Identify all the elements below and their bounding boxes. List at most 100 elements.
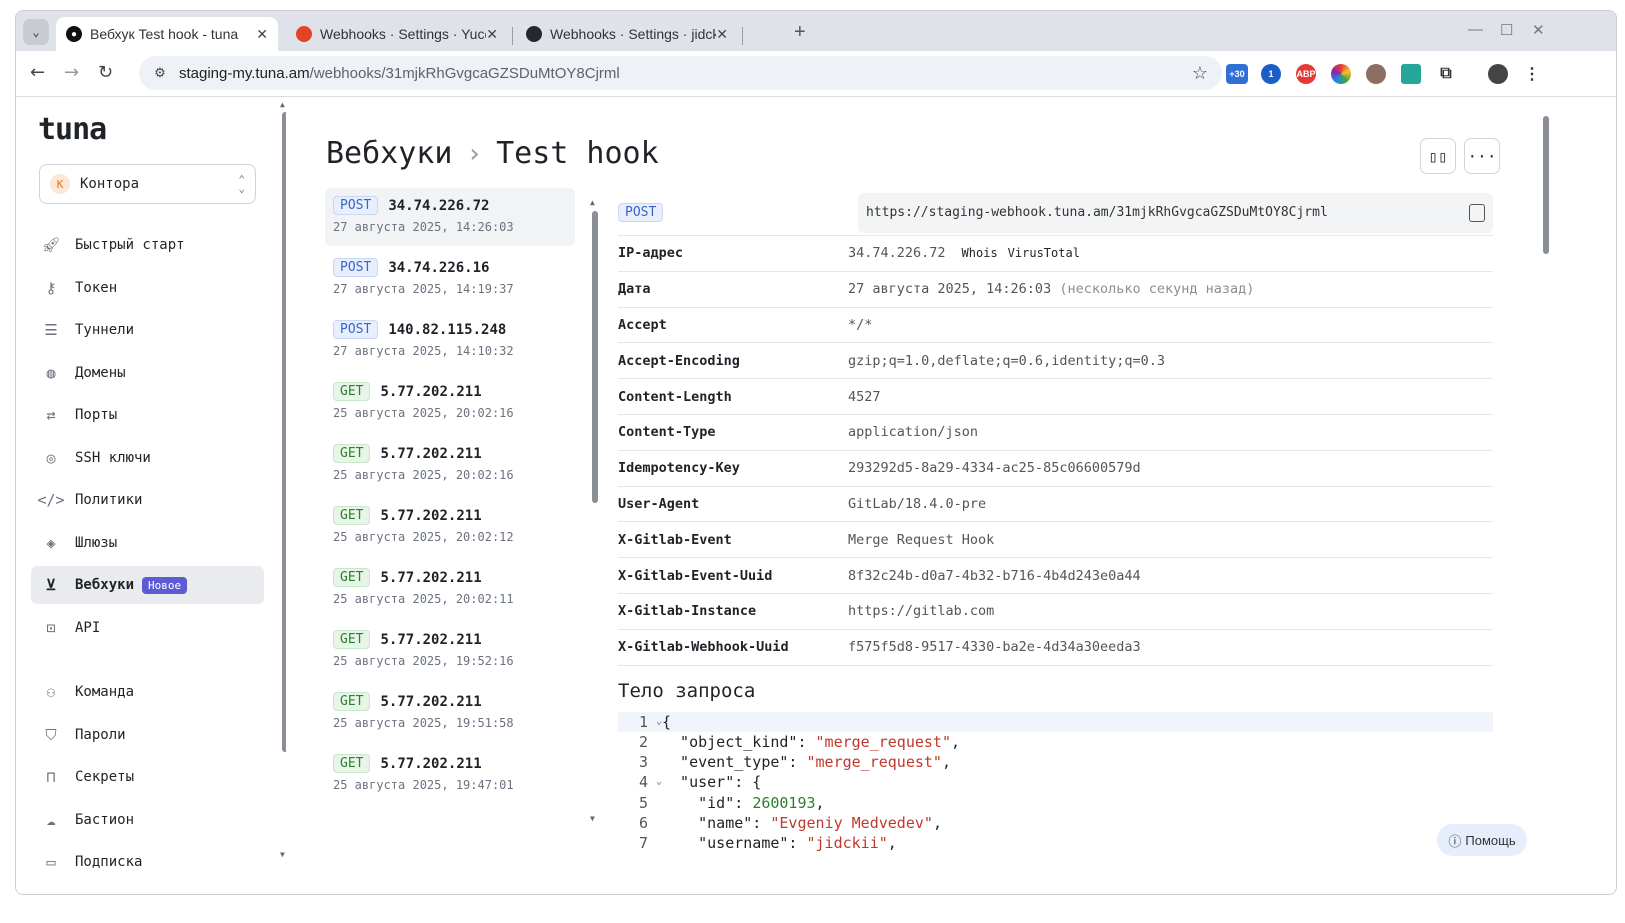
whois-link[interactable]: Whois (962, 246, 998, 260)
request-row: GET 5.77.202.211 (333, 692, 567, 711)
github-favicon-icon (526, 26, 542, 42)
sidebar-item-ssh-keys[interactable]: ◎ SSH ключи (31, 439, 264, 477)
request-list-item[interactable]: GET 5.77.202.211 25 августа 2025, 19:52:16 (325, 622, 575, 680)
chevron-right-icon: › (466, 138, 483, 169)
globe-icon: ◍ (46, 363, 56, 382)
method-badge: GET (333, 382, 371, 401)
main-scrollbar[interactable] (1543, 116, 1549, 254)
sidebar-item-api[interactable]: ⊡ API (31, 609, 264, 647)
sidebar-item-token[interactable]: ⚷ Токен (31, 269, 264, 307)
password-manager-icon[interactable]: 1 (1261, 64, 1281, 84)
header-row: X-Gitlab-Event-Uuid 8f32c24b-d0a7-4b32-b7… (618, 558, 1493, 594)
method-badge: GET (333, 568, 371, 587)
sidebar-item-passwords[interactable]: ⛉ Пароли (31, 716, 264, 754)
help-button[interactable]: ⓘ Помощь (1437, 824, 1527, 856)
tab-github-jidckii[interactable]: Webhooks · Settings · jidckii ✕ (516, 17, 738, 51)
forward-icon[interactable]: → (64, 62, 79, 83)
fold-chevron-icon[interactable]: ⌄ (656, 772, 662, 792)
header-value: gzip;q=1.0,deflate;q=0.6,identity;q=0.3 (848, 352, 1165, 369)
scroll-up-arrow-icon[interactable]: ▲ (590, 198, 595, 207)
sidebar-item-team[interactable]: ⚇ Команда (31, 673, 264, 711)
close-icon[interactable]: ✕ (256, 26, 268, 43)
browser-menu-icon[interactable]: ⋮ (1522, 64, 1542, 84)
request-date: 25 августа 2025, 19:51:58 (333, 716, 514, 730)
request-row: GET 5.77.202.211 (333, 444, 567, 463)
sidebar-item-subscription[interactable]: ▭ Подписка (31, 843, 264, 881)
sidebar-item-policies[interactable]: </> Политики (31, 481, 264, 519)
request-list-item[interactable]: GET 5.77.202.211 25 августа 2025, 19:51:58 (325, 684, 575, 742)
extension-badge-icon[interactable]: +30 (1226, 64, 1248, 84)
sidebar-item-gateways[interactable]: ◈ Шлюзы (31, 524, 264, 562)
request-list-item[interactable]: GET 5.77.202.211 25 августа 2025, 20:02:16 (325, 374, 575, 432)
request-row: GET 5.77.202.211 (333, 754, 567, 773)
webhook-url-field[interactable]: https://staging-webhook.tuna.am/31mjkRhG… (858, 192, 1493, 233)
ip-address: 34.74.226.72 (848, 245, 946, 262)
maximize-icon[interactable]: ☐ (1500, 21, 1513, 39)
close-icon[interactable]: ✕ (486, 26, 498, 43)
sidebar-item-ports[interactable]: ⇄ Порты (31, 396, 264, 434)
tab-search-button[interactable]: ⌄ (23, 19, 49, 45)
minimize-icon[interactable]: — (1468, 21, 1483, 38)
request-list-item[interactable]: GET 5.77.202.211 25 августа 2025, 20:02:11 (325, 560, 575, 618)
method-badge: GET (333, 692, 371, 711)
code-text: { (662, 712, 672, 731)
color-picker-icon[interactable] (1331, 64, 1351, 84)
request-list-scrollbar[interactable] (592, 211, 598, 503)
new-badge: Новое (142, 576, 188, 594)
request-list-item[interactable]: GET 5.77.202.211 25 августа 2025, 19:47:01 (325, 746, 575, 804)
site-settings-icon[interactable]: ⚙ (151, 64, 169, 82)
bookmark-star-icon[interactable]: ☆ (1192, 63, 1208, 84)
fold-chevron-icon[interactable]: ⌄ (656, 712, 662, 732)
org-name: Контора (80, 176, 140, 192)
rocket-icon: 🚀︎ (41, 236, 61, 254)
header-name: X-Gitlab-Webhook-Uuid (618, 639, 789, 656)
scroll-up-arrow-icon[interactable]: ▲ (280, 100, 285, 109)
more-button[interactable]: ··· (1464, 138, 1500, 174)
sidebar-item-secrets[interactable]: ⊓ Секреты (31, 758, 264, 796)
request-list-item[interactable]: GET 5.77.202.211 25 августа 2025, 20:02:12 (325, 498, 575, 556)
scroll-down-arrow-icon[interactable]: ▼ (280, 850, 285, 859)
cookie-icon[interactable] (1366, 64, 1386, 84)
request-ip: 5.77.202.211 (380, 631, 482, 648)
sidebar-item-tunnels[interactable]: ☰ Туннели (31, 311, 264, 349)
shield-icon: ⛉ (45, 725, 57, 744)
translate-icon[interactable] (1401, 64, 1421, 84)
tab-gitlab-yucca[interactable]: Webhooks · Settings · Yucca ✕ (286, 17, 508, 51)
code-text: "object_kind": "merge_request", (662, 732, 961, 751)
header-name: Content-Length (618, 388, 732, 405)
close-icon[interactable]: ✕ (716, 26, 728, 43)
sidebar-item-quickstart[interactable]: 🚀︎ Быстрый старт (31, 226, 264, 264)
adblock-icon[interactable]: ABP (1296, 64, 1316, 84)
scroll-down-arrow-icon[interactable]: ▼ (590, 814, 595, 823)
sidebar-item-domains[interactable]: ◍ Домены (31, 354, 264, 392)
address-bar[interactable]: ⚙ staging-my.tuna.am/webhooks/31mjkRhGvg… (139, 56, 1222, 90)
breadcrumb-webhooks-link[interactable]: Вебхуки (326, 136, 452, 171)
tab-webhook[interactable]: ● Вебхук Test hook - tuna ✕ (56, 17, 278, 51)
back-icon[interactable]: ← (30, 62, 45, 83)
json-body-viewer[interactable]: 1 ⌄{2 "object_kind": "merge_request", 3 "e… (618, 711, 1493, 854)
app-logo[interactable]: tuna (38, 112, 107, 147)
extensions-puzzle-icon[interactable]: ⧉ (1436, 64, 1456, 84)
reload-icon[interactable]: ↻ (98, 62, 113, 83)
docs-button[interactable]: ▯▯ (1420, 138, 1456, 174)
organization-selector[interactable]: К Контора ⌃ ⌄ (39, 164, 256, 204)
sidebar-item-webhooks[interactable]: ⊻ Вебхуки Новое (31, 566, 264, 604)
copy-icon[interactable] (1469, 203, 1485, 222)
header-row: X-Gitlab-Webhook-Uuid f575f5d8-9517-4330-… (618, 630, 1493, 666)
request-list-item[interactable]: POST 34.74.226.16 27 августа 2025, 14:19:3… (325, 250, 575, 308)
body-title: Тело запроса (618, 679, 756, 702)
breadcrumb: Вебхуки › Test hook (326, 136, 659, 171)
sidebar-item-bastion[interactable]: ☁ Бастион (31, 801, 264, 839)
header-name: Accept-Encoding (618, 352, 740, 369)
request-row: POST 140.82.115.248 (333, 320, 567, 339)
book-icon: ▯▯ (1428, 146, 1448, 166)
new-tab-icon[interactable]: + (794, 21, 806, 44)
request-list-item[interactable]: POST 140.82.115.248 27 августа 2025, 14:10… (325, 312, 575, 370)
request-list-item[interactable]: POST 34.74.226.72 27 августа 2025, 14:26:0… (325, 188, 575, 246)
window-close-icon[interactable]: ✕ (1532, 21, 1545, 39)
sidebar-scrollbar[interactable] (282, 112, 286, 752)
header-value: https://gitlab.com (848, 603, 995, 620)
request-list-item[interactable]: GET 5.77.202.211 25 августа 2025, 20:02:16 (325, 436, 575, 494)
virustotal-link[interactable]: VirusTotal (1008, 246, 1080, 260)
profile-avatar[interactable] (1488, 64, 1508, 84)
